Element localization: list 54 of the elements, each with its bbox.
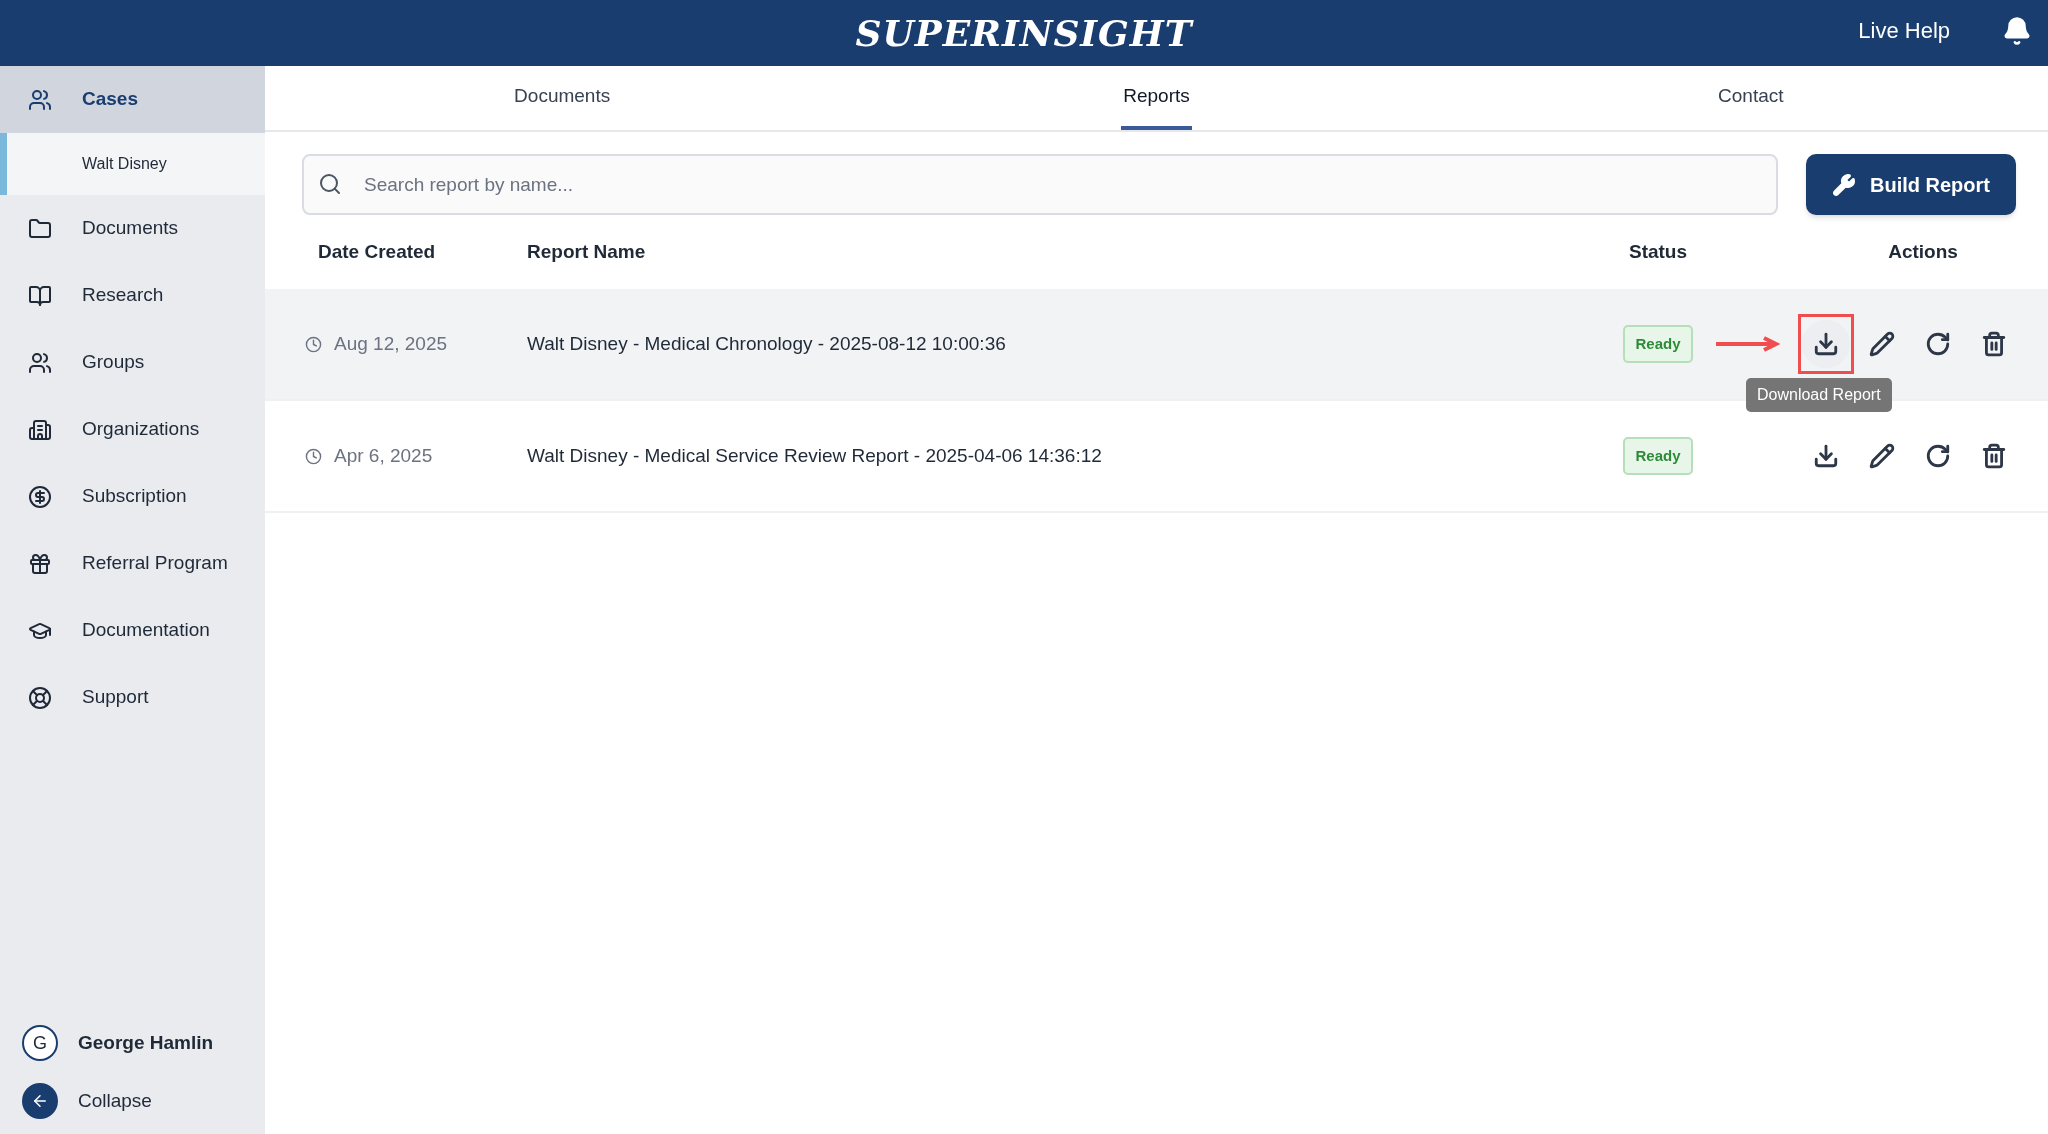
status-badge: Ready <box>1623 436 1693 476</box>
rotate-icon <box>1925 443 1951 469</box>
column-header: Actions <box>1887 239 1959 264</box>
bell-icon[interactable] <box>2002 16 2032 46</box>
wrench-icon <box>1832 172 1856 197</box>
sidebar-item[interactable]: Subscription <box>0 463 265 530</box>
rotate-icon <box>1925 331 1951 357</box>
report-name-cell-text: Walt Disney - Medical Service Review Report - 2025-04-06 14:36:12 <box>527 443 1103 468</box>
pencil-icon <box>1869 331 1895 357</box>
sidebar-item[interactable]: Documents <box>0 195 265 262</box>
tab[interactable]: Reports <box>1121 66 1192 130</box>
download-icon <box>1813 331 1839 357</box>
people-icon <box>28 350 52 375</box>
user-name: George Hamlin <box>78 1030 214 1055</box>
date-cell-text: Apr 6, 2025 <box>334 443 433 468</box>
building-icon <box>28 417 52 442</box>
tab[interactable]: Contact <box>1716 66 1786 130</box>
column-header: Status <box>1627 239 1689 264</box>
sidebar-subitem[interactable]: Walt Disney <box>0 133 265 195</box>
pointer-arrow <box>1714 336 1780 352</box>
download-button[interactable] <box>1798 314 1854 374</box>
report-name-cell-text: Walt Disney - Medical Chronology - 2025-08-12 10:00:36 <box>527 331 1007 356</box>
people-icon <box>28 87 52 112</box>
dollar-icon <box>28 484 52 509</box>
trash-icon <box>1981 443 2007 469</box>
download-icon <box>1813 443 1839 469</box>
column-header: Date Created <box>317 239 437 264</box>
search-icon <box>318 172 342 196</box>
lifebuoy-icon <box>28 685 52 710</box>
column-header: Report Name <box>527 239 647 264</box>
live-help-link[interactable]: Live Help <box>1858 14 1950 47</box>
date-cell-text: Aug 12, 2025 <box>334 331 448 356</box>
build-report-button[interactable]: Build Report <box>1806 154 2016 215</box>
book-icon <box>28 283 52 308</box>
sidebar-item[interactable]: Organizations <box>0 396 265 463</box>
collapse-button[interactable]: Collapse <box>0 1072 265 1130</box>
user-avatar: G <box>22 1025 58 1061</box>
gift-icon <box>28 551 52 576</box>
pencil-icon <box>1869 443 1895 469</box>
sidebar-item[interactable]: Research <box>0 262 265 329</box>
sidebar-item[interactable]: Groups <box>0 329 265 396</box>
sidebar-item[interactable]: Support <box>0 664 265 731</box>
folder-icon <box>28 216 52 241</box>
trash-icon <box>1981 331 2007 357</box>
clock-icon <box>305 447 322 465</box>
tooltip: Download Report <box>1746 378 1892 412</box>
search-field[interactable]: Search report by name... <box>302 154 1778 215</box>
clock-icon <box>305 335 322 353</box>
status-badge: Ready <box>1623 324 1693 364</box>
sidebar-item[interactable]: Referral Program <box>0 530 265 597</box>
tab[interactable]: Documents <box>512 66 613 130</box>
sidebar-item[interactable]: Cases <box>0 66 265 133</box>
app-logo[interactable]: SUPERINSIGHT <box>855 6 1193 60</box>
sidebar-item[interactable]: Documentation <box>0 597 265 664</box>
